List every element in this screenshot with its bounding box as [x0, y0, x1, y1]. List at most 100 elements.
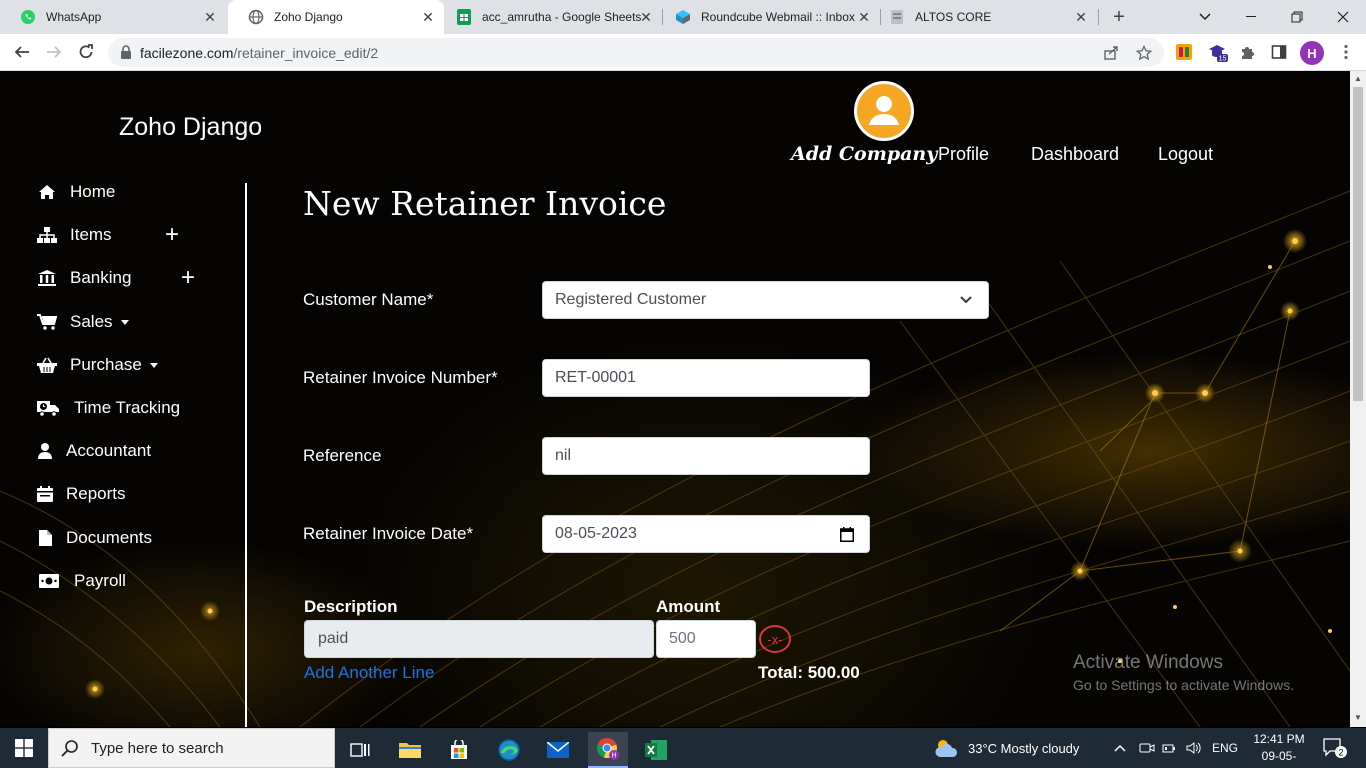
cloudy-weather-icon	[934, 738, 960, 758]
line-amount-input[interactable]: 500	[656, 620, 756, 658]
truck-clock-icon	[36, 398, 62, 418]
bookmark-star-icon[interactable]	[1135, 44, 1153, 62]
new-tab-button[interactable]: +	[1108, 6, 1130, 28]
address-bar[interactable]: facilezone.com/retainer_invoice_edit/2	[108, 38, 1164, 67]
tab-altos-core[interactable]: ALTOS CORE ✕	[881, 0, 1097, 34]
scrollbar-thumb[interactable]	[1353, 87, 1363, 401]
tab-title: acc_amrutha - Google Sheets	[482, 10, 642, 24]
extension-school-icon[interactable]: 15	[1208, 42, 1228, 62]
sidebar-item-label: Accountant	[66, 441, 152, 460]
sidebar-divider	[245, 183, 247, 727]
microsoft-store-icon[interactable]	[439, 732, 479, 768]
nav-logout-link[interactable]: Logout	[1158, 144, 1213, 165]
reference-input[interactable]: nil	[542, 437, 870, 475]
excel-icon[interactable]	[636, 732, 676, 768]
sidebar-item-purchase[interactable]: Purchase	[36, 352, 158, 378]
amount-column-header: Amount	[656, 597, 721, 616]
close-tab-icon[interactable]: ✕	[420, 9, 436, 25]
url-text: facilezone.com/retainer_invoice_edit/2	[140, 45, 378, 61]
more-vertical-icon[interactable]	[1336, 42, 1356, 62]
nav-profile-link[interactable]: Profile	[938, 144, 989, 165]
reload-icon[interactable]	[74, 40, 98, 64]
file-icon	[36, 528, 54, 548]
browser-tab-strip: WhatsApp ✕ Zoho Django ✕ acc_amrutha - G…	[0, 0, 1366, 34]
google-sheets-icon	[456, 9, 472, 25]
taskbar-search-box[interactable]: Type here to search	[48, 728, 335, 768]
forward-arrow-icon[interactable]	[42, 40, 66, 64]
sidebar-item-label: Banking	[70, 268, 132, 287]
add-item-button[interactable]: +	[165, 223, 179, 247]
sidebar-item-home[interactable]: Home	[36, 179, 115, 205]
task-view-icon[interactable]	[340, 732, 380, 768]
edge-browser-icon[interactable]	[489, 732, 529, 768]
tab-title: Roundcube Webmail :: Inbox	[701, 10, 855, 24]
home-icon	[36, 182, 58, 202]
retainer-invoice-number-value: RET-00001	[555, 369, 636, 386]
retainer-invoice-date-input[interactable]: 08-05-2023	[542, 515, 870, 553]
close-tab-icon[interactable]: ✕	[638, 9, 654, 25]
share-icon[interactable]	[1102, 44, 1120, 62]
tab-google-sheets[interactable]: acc_amrutha - Google Sheets ✕	[444, 0, 662, 34]
side-panel-icon[interactable]	[1269, 42, 1289, 62]
taskbar-search-placeholder: Type here to search	[91, 739, 224, 757]
notification-center-icon[interactable]: 2	[1322, 736, 1348, 760]
nav-dashboard-link[interactable]: Dashboard	[1031, 144, 1119, 165]
sidebar-item-reports[interactable]: Reports	[36, 481, 126, 507]
line-description-input[interactable]: paid	[304, 620, 654, 658]
volume-icon[interactable]	[1186, 728, 1202, 768]
tab-roundcube[interactable]: Roundcube Webmail :: Inbox ✕	[663, 0, 880, 34]
sidebar-item-sales[interactable]: Sales	[36, 309, 129, 335]
add-bank-button[interactable]: +	[181, 266, 195, 290]
lock-icon[interactable]	[120, 45, 134, 59]
sidebar-item-payroll[interactable]: Payroll	[36, 568, 126, 594]
add-company-link[interactable]: Add Company	[791, 143, 937, 165]
extension-colorful-icon[interactable]	[1174, 42, 1194, 62]
sidebar-item-documents[interactable]: Documents	[36, 525, 152, 551]
windows-start-icon[interactable]	[0, 728, 48, 768]
show-hidden-icons-chevron-icon[interactable]	[1114, 728, 1126, 768]
company-avatar-icon[interactable]	[854, 81, 914, 141]
back-arrow-icon[interactable]	[10, 40, 34, 64]
notification-count: 2	[1338, 748, 1343, 758]
network-icon[interactable]	[1162, 728, 1178, 768]
tab-search-chevron-icon[interactable]	[1182, 0, 1228, 34]
sidebar-item-banking[interactable]: Banking	[36, 265, 131, 291]
tab-title: ALTOS CORE	[915, 10, 992, 24]
chrome-icon[interactable]: H	[588, 732, 628, 768]
reference-label: Reference	[303, 446, 382, 465]
remove-line-button[interactable]: -x-	[759, 625, 791, 653]
tab-zoho-django[interactable]: Zoho Django ✕	[228, 0, 444, 34]
close-window-button[interactable]	[1320, 0, 1366, 34]
add-another-line-link[interactable]: Add Another Line	[304, 663, 434, 683]
calendar-picker-icon[interactable]	[839, 526, 855, 542]
brand-logo[interactable]: Zoho Django	[119, 113, 262, 142]
customer-name-value: Registered Customer	[555, 291, 707, 308]
profile-avatar-button[interactable]: H	[1300, 41, 1324, 65]
retainer-invoice-number-input[interactable]: RET-00001	[542, 359, 870, 397]
minimize-button[interactable]	[1228, 0, 1274, 34]
restore-button[interactable]	[1274, 0, 1320, 34]
chevron-down-icon	[120, 319, 129, 325]
tab-whatsapp[interactable]: WhatsApp ✕	[0, 0, 226, 34]
mail-icon[interactable]	[538, 732, 578, 768]
tab-title: WhatsApp	[46, 10, 102, 24]
sidebar-item-time-tracking[interactable]: Time Tracking	[36, 395, 180, 421]
system-clock[interactable]: 12:41 PM 09-05-2023	[1250, 731, 1308, 768]
close-tab-icon[interactable]: ✕	[202, 9, 218, 25]
scroll-down-arrow-icon[interactable]: ▼	[1353, 712, 1363, 724]
extensions-puzzle-icon[interactable]	[1238, 42, 1258, 62]
meet-now-icon[interactable]	[1139, 728, 1155, 768]
scroll-up-arrow-icon[interactable]: ▲	[1353, 73, 1363, 85]
customer-name-select[interactable]: Registered Customer	[542, 281, 989, 319]
sidebar-item-items[interactable]: Items	[36, 222, 112, 248]
file-explorer-icon[interactable]	[390, 732, 430, 768]
extension-badge: 15	[1219, 56, 1227, 63]
close-tab-icon[interactable]: ✕	[1073, 9, 1089, 25]
document-icon	[889, 9, 905, 25]
close-tab-icon[interactable]: ✕	[856, 9, 872, 25]
weather-widget[interactable]: 33°C Mostly cloudy	[934, 728, 1079, 768]
sidebar-item-accountant[interactable]: Accountant	[36, 438, 151, 464]
language-indicator[interactable]: ENG	[1212, 728, 1238, 768]
chevron-down-icon	[958, 292, 974, 308]
page-scrollbar[interactable]: ▲ ▼	[1350, 71, 1366, 727]
